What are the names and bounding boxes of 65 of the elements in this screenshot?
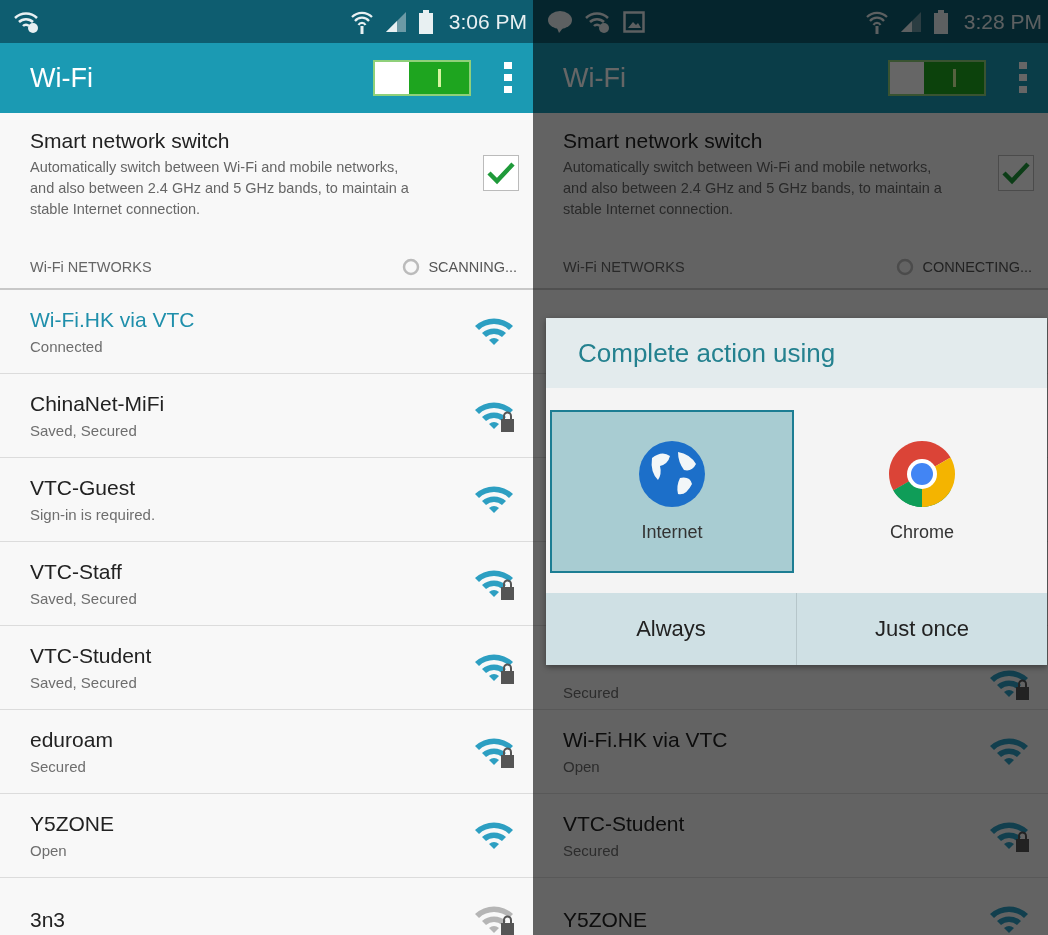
network-name: VTC-Staff	[30, 560, 123, 584]
spinner-icon	[402, 257, 421, 276]
more-menu-icon[interactable]	[1018, 61, 1028, 95]
setting-description: Automatically switch between Wi-Fi and mobile networks, and also between 2.4 GHz and 5 GHz bands, to maintain a stable Internet connection.	[30, 158, 410, 219]
wifi-signal-icon	[350, 9, 373, 34]
network-name: Wi-Fi.HK via VTC	[30, 308, 196, 332]
scan-status: CONNECTING...	[922, 258, 1032, 275]
network-name: 3n3	[30, 907, 67, 932]
wifi-question-icon	[14, 9, 40, 34]
setting-description: Automatically switch between Wi-Fi and mobile networks, and also between 2.4 GHz and 5 GHz bands, to maintain a stable Internet connection.	[563, 158, 943, 219]
network-row[interactable]: VTC-Staff Saved, Secured	[0, 542, 533, 626]
battery-icon	[933, 9, 948, 34]
network-row[interactable]: eduroam Secured	[0, 710, 533, 794]
network-name: VTC-Student	[563, 812, 686, 836]
network-name: VTC-Guest	[30, 476, 137, 500]
battery-icon	[418, 9, 433, 34]
globe-icon	[638, 440, 706, 508]
spinner-icon	[896, 257, 915, 276]
network-status: Open	[30, 842, 68, 859]
section-header: Wi-Fi NETWORKS	[563, 258, 686, 275]
network-row[interactable]: VTC-Student Saved, Secured	[0, 626, 533, 710]
wifi-toggle[interactable]	[373, 60, 471, 96]
app-option[interactable]: Internet	[550, 410, 794, 573]
network-status: Saved, Secured	[30, 590, 138, 607]
network-row[interactable]: 3n3	[0, 878, 533, 935]
network-status: Secured	[30, 758, 87, 775]
more-menu-icon[interactable]	[503, 61, 513, 95]
app-option[interactable]: Chrome	[800, 410, 1044, 573]
network-name: ChinaNet-MiFi	[30, 392, 166, 416]
checkbox[interactable]	[998, 155, 1034, 191]
dialog-button[interactable]: Just once	[796, 593, 1047, 665]
network-row[interactable]: VTC-Guest Sign-in is required.	[0, 458, 533, 542]
network-row[interactable]: Y5ZONE Open	[0, 794, 533, 878]
chat-bubble-icon	[547, 9, 573, 34]
dialog-button[interactable]: Always	[546, 593, 796, 665]
setting-title: Smart network switch	[563, 129, 764, 153]
network-row[interactable]: Wi-Fi.HK via VTC Connected	[0, 290, 533, 374]
setting-title: Smart network switch	[30, 129, 231, 153]
network-name: Y5ZONE	[30, 812, 116, 836]
wifi-signal-icon	[865, 9, 888, 34]
scan-status: SCANNING...	[428, 258, 517, 275]
network-name: VTC-Student	[30, 644, 153, 668]
status-time: 3:28 PM	[963, 9, 1042, 34]
wifi-toggle[interactable]	[888, 60, 986, 96]
network-name: Y5ZONE	[563, 907, 649, 932]
cell-signal-icon	[899, 10, 922, 33]
network-status: Saved, Secured	[30, 422, 138, 439]
chrome-logo-icon	[888, 440, 956, 508]
section-header: Wi-Fi NETWORKS	[30, 258, 153, 275]
wifi-question-icon	[585, 9, 611, 34]
network-status: Saved, Secured	[30, 674, 138, 691]
app-label: Internet	[641, 522, 703, 543]
dialog-title: Complete action using	[546, 318, 1047, 388]
screen-title: Wi-Fi	[563, 62, 627, 94]
network-status: Sign-in is required.	[30, 506, 157, 523]
screen-title: Wi-Fi	[30, 62, 94, 94]
image-icon	[623, 10, 645, 33]
status-time: 3:06 PM	[448, 9, 527, 34]
cell-signal-icon	[384, 10, 407, 33]
app-label: Chrome	[890, 522, 954, 543]
network-row[interactable]: ChinaNet-MiFi Saved, Secured	[0, 374, 533, 458]
checkbox[interactable]	[483, 155, 519, 191]
network-name: eduroam	[30, 728, 114, 752]
network-status: Connected	[30, 338, 104, 355]
network-name: Wi-Fi.HK via VTC	[563, 728, 729, 752]
